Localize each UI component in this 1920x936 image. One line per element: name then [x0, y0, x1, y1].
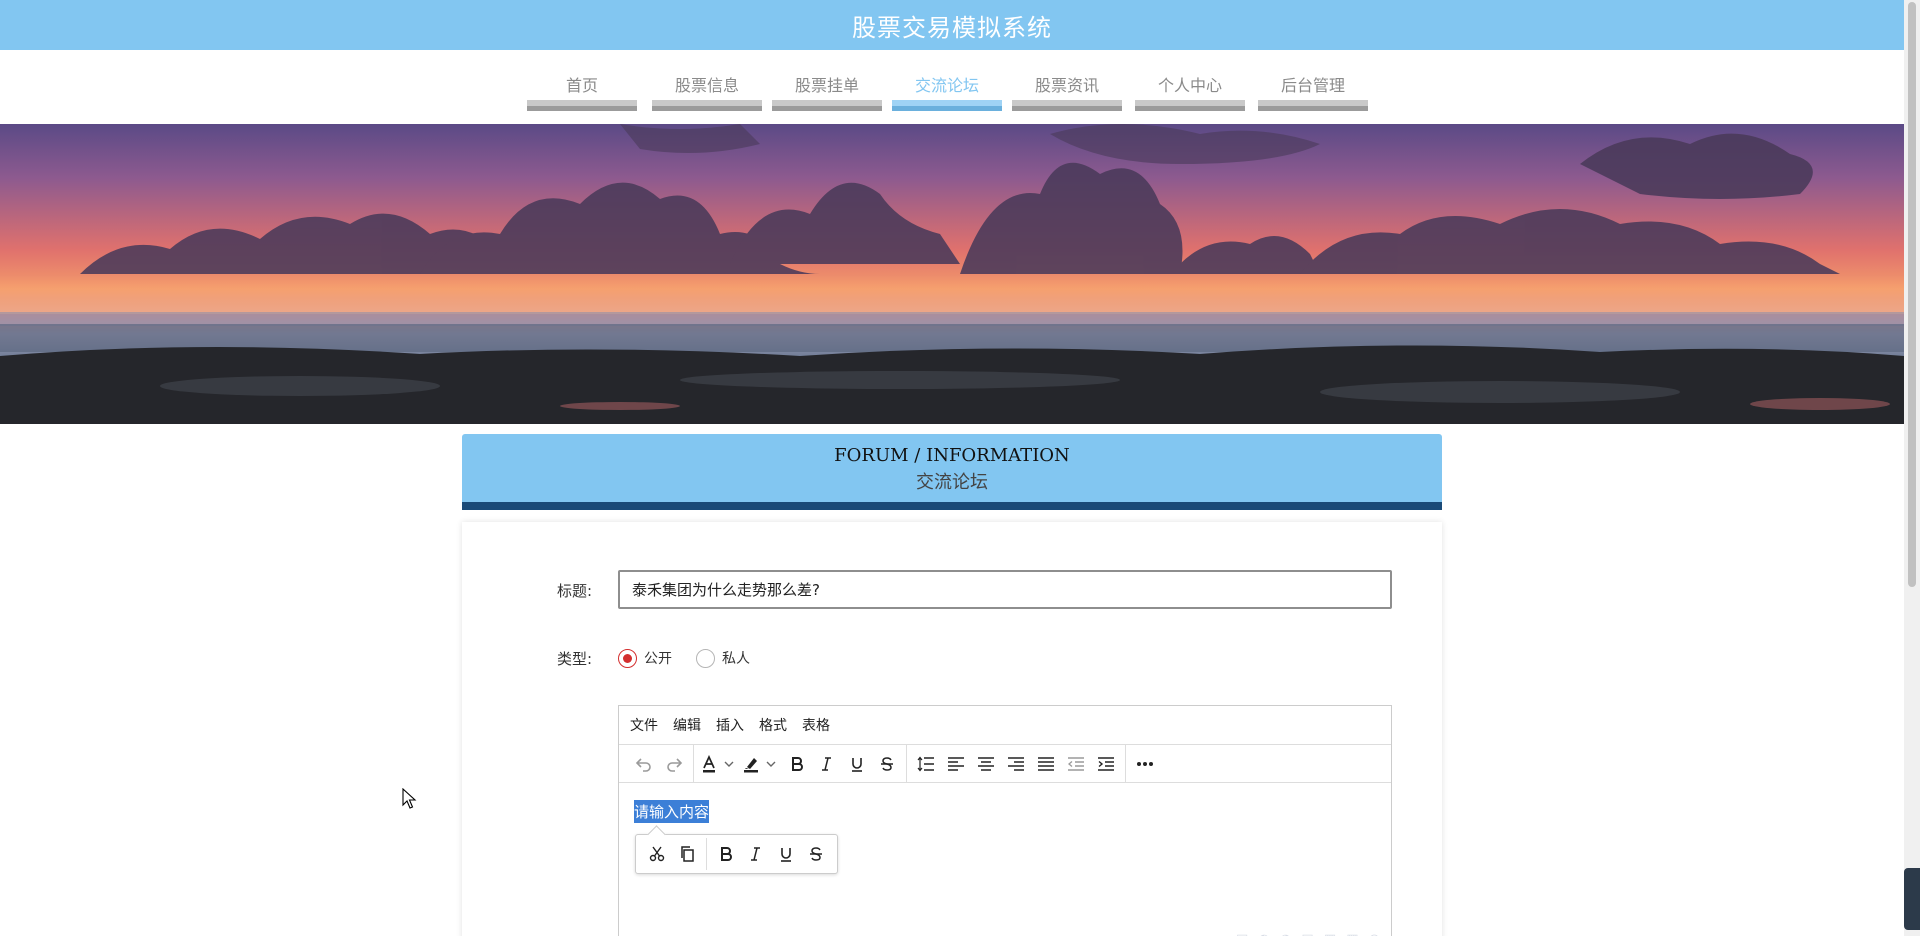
page-scrollbar[interactable]: [1904, 0, 1920, 936]
format-group: [694, 744, 907, 783]
menu-format[interactable]: 格式: [759, 715, 787, 735]
mouse-cursor-icon: [402, 788, 417, 809]
sunset-scene: [0, 124, 1904, 424]
editor-selected-text[interactable]: 请输入内容: [634, 800, 710, 823]
outdent-icon[interactable]: [1061, 749, 1091, 779]
page: 股票交易模拟系统 首页 股票信息 股票挂单 交流论坛 股票资讯 个人中心 后台管…: [0, 0, 1920, 936]
rich-text-editor: 文件 编辑 插入 格式 表格 请输入内容: [618, 705, 1392, 936]
italic-icon[interactable]: [812, 749, 842, 779]
nav-item-label: 后台管理: [1280, 76, 1345, 95]
nav-item-stock-orders[interactable]: 股票挂单: [772, 50, 882, 124]
line-height-icon[interactable]: [911, 749, 941, 779]
more-icon[interactable]: [1130, 749, 1160, 779]
type-radio-group: 公开 私人: [618, 648, 774, 668]
bold-icon[interactable]: [782, 749, 812, 779]
indent-icon[interactable]: [1091, 749, 1121, 779]
scrollbar-thumb[interactable]: [1908, 2, 1916, 587]
type-label: 类型:: [557, 650, 593, 668]
nav-item-admin[interactable]: 后台管理: [1258, 50, 1368, 124]
radio-label: 公开: [644, 651, 672, 667]
more-group: [1126, 745, 1164, 783]
bold-icon[interactable]: [711, 839, 741, 869]
menu-file[interactable]: 文件: [630, 715, 658, 735]
inline-format-group: [707, 838, 835, 870]
section-header: FORUM / INFORMATION 交流论坛: [462, 434, 1442, 510]
title-label: 标题:: [557, 582, 593, 600]
nav-item-label: 股票资讯: [1034, 76, 1099, 95]
paragraph-group: [907, 744, 1126, 783]
italic-icon[interactable]: [741, 839, 771, 869]
align-justify-icon[interactable]: [1031, 749, 1061, 779]
undo-icon[interactable]: [629, 749, 659, 779]
underline-icon[interactable]: [771, 839, 801, 869]
hero-banner-image: [0, 124, 1904, 424]
editor-content-area[interactable]: 请输入内容: [619, 783, 1391, 936]
nav-item-label: 个人中心: [1157, 76, 1222, 95]
site-header: 股票交易模拟系统: [0, 0, 1904, 50]
nav-item-label: 交流论坛: [914, 76, 979, 95]
menu-edit[interactable]: 编辑: [673, 715, 701, 735]
nav-item-underline: [772, 100, 882, 111]
radio-private[interactable]: 私人: [696, 648, 750, 668]
nav-item-stock-info[interactable]: 股票信息: [652, 50, 762, 124]
title-input[interactable]: 泰禾集团为什么走势那么差?: [618, 570, 1392, 609]
cut-icon[interactable]: [642, 839, 672, 869]
nav-item-label: 首页: [565, 76, 598, 95]
text-color-icon[interactable]: [698, 749, 740, 779]
main-nav: 首页 股票信息 股票挂单 交流论坛 股票资讯 个人中心 后台管理: [0, 50, 1904, 124]
history-group: [625, 744, 694, 783]
align-left-icon[interactable]: [941, 749, 971, 779]
nav-item-underline: [892, 100, 1002, 111]
side-widget-tab[interactable]: [1904, 868, 1920, 930]
nav-item-profile[interactable]: 个人中心: [1135, 50, 1245, 124]
title-input-value: 泰禾集团为什么走势那么差?: [632, 581, 820, 599]
nav-item-underline: [1012, 100, 1122, 111]
radio-public[interactable]: 公开: [618, 648, 672, 668]
inline-format-toolbar: [635, 834, 838, 874]
strikethrough-icon[interactable]: [872, 749, 902, 779]
nav-item-underline: [1258, 100, 1368, 111]
nav-item-stock-news[interactable]: 股票资讯: [1012, 50, 1122, 124]
section-title-en: FORUM / INFORMATION: [834, 445, 1070, 466]
post-form-card: 标题: 泰禾集团为什么走势那么差? 类型: 公开 私人 文件 编辑 插入 格式 …: [462, 522, 1442, 936]
underline-icon[interactable]: [842, 749, 872, 779]
editor-menubar: 文件 编辑 插入 格式 表格: [619, 706, 1391, 745]
radio-label: 私人: [722, 651, 750, 667]
nav-item-label: 股票信息: [674, 76, 739, 95]
radio-circle[interactable]: [696, 648, 715, 668]
editor-toolbar: [619, 744, 1391, 783]
nav-item-forum[interactable]: 交流论坛: [892, 50, 1002, 124]
menu-table[interactable]: 表格: [802, 715, 830, 735]
redo-icon[interactable]: [659, 749, 689, 779]
input-method-watermark-icon: ▣ ◐ ◑ ▤ ▥ ▦ ○: [1236, 932, 1383, 936]
radio-circle[interactable]: [618, 648, 637, 668]
align-center-icon[interactable]: [971, 749, 1001, 779]
nav-item-underline: [1135, 100, 1245, 111]
section-title-zh: 交流论坛: [916, 472, 988, 493]
nav-item-home[interactable]: 首页: [527, 50, 637, 124]
menu-insert[interactable]: 插入: [716, 715, 744, 735]
nav-item-underline: [652, 100, 762, 111]
align-right-icon[interactable]: [1001, 749, 1031, 779]
nav-item-label: 股票挂单: [794, 76, 859, 95]
copy-icon[interactable]: [672, 839, 702, 869]
strikethrough-icon[interactable]: [801, 839, 831, 869]
site-title: 股票交易模拟系统: [852, 13, 1052, 42]
nav-item-underline: [527, 100, 637, 111]
highlight-icon[interactable]: [740, 749, 782, 779]
clipboard-group: [638, 838, 707, 870]
